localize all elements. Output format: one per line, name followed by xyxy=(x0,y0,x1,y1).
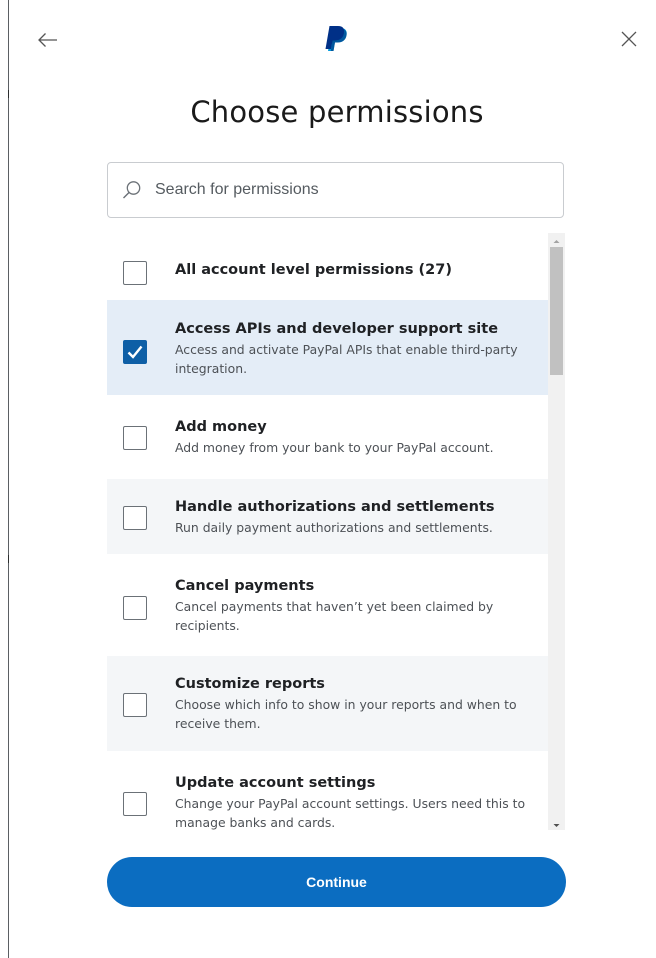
permission-description: Cancel payments that haven’t yet been cl… xyxy=(175,599,494,633)
permission-title: Update account settings xyxy=(175,775,376,791)
permission-row-cancel-payments[interactable]: Cancel payments Cancel payments that hav… xyxy=(107,554,548,656)
checkbox-account-settings[interactable] xyxy=(123,792,147,816)
permission-title: Customize reports xyxy=(175,676,325,692)
page-title: Choose permissions xyxy=(190,95,484,129)
checkmark-icon xyxy=(127,345,143,359)
permission-description: Change your PayPal account settings. Use… xyxy=(175,796,526,830)
close-button[interactable] xyxy=(617,27,641,51)
checkbox-customize-reports[interactable] xyxy=(123,693,147,717)
checkbox-cancel-payments[interactable] xyxy=(123,596,147,620)
permission-description: Add money from your bank to your PayPal … xyxy=(175,440,494,455)
permission-title: Access APIs and developer support site xyxy=(175,321,499,337)
arrow-left-icon xyxy=(38,33,57,47)
list-scrollbar[interactable] xyxy=(548,233,565,830)
continue-button[interactable]: Continue xyxy=(107,857,566,907)
checkbox-all-permissions[interactable] xyxy=(123,261,147,285)
permissions-list: All account level permissions (27) Acces… xyxy=(107,233,566,830)
permission-title: All account level permissions (27) xyxy=(175,262,452,278)
permission-row-customize-reports[interactable]: Customize reports Choose which info to s… xyxy=(107,656,548,751)
checkbox-access-apis[interactable] xyxy=(123,340,147,364)
permission-title: Handle authorizations and settlements xyxy=(175,499,495,515)
permission-row-all[interactable]: All account level permissions (27) xyxy=(107,233,548,299)
paypal-logo xyxy=(322,26,350,56)
checkbox-add-money[interactable] xyxy=(123,426,147,450)
scroll-thumb[interactable] xyxy=(550,247,563,375)
permission-row-account-settings[interactable]: Update account settings Change your PayP… xyxy=(107,751,548,830)
scroll-down-arrow[interactable] xyxy=(548,817,565,830)
search-box[interactable] xyxy=(107,162,564,218)
close-icon xyxy=(621,31,637,47)
permission-title: Cancel payments xyxy=(175,578,315,594)
caret-down-icon xyxy=(553,824,560,827)
search-input[interactable] xyxy=(153,169,563,211)
permission-title: Add money xyxy=(175,419,267,435)
window-left-edge xyxy=(8,0,9,958)
permission-description: Run daily payment authorizations and set… xyxy=(175,520,493,535)
scroll-up-arrow[interactable] xyxy=(548,233,565,246)
permission-description: Choose which info to show in your report… xyxy=(175,697,517,731)
checkbox-authorizations[interactable] xyxy=(123,506,147,530)
permission-row-authorizations[interactable]: Handle authorizations and settlements Ru… xyxy=(107,479,548,554)
back-button[interactable] xyxy=(36,28,60,52)
permission-row-add-money[interactable]: Add money Add money from your bank to yo… xyxy=(107,395,548,479)
permission-row-access-apis[interactable]: Access APIs and developer support site A… xyxy=(107,300,548,395)
search-icon xyxy=(123,181,141,199)
permission-description: Access and activate PayPal APIs that ena… xyxy=(175,342,518,376)
